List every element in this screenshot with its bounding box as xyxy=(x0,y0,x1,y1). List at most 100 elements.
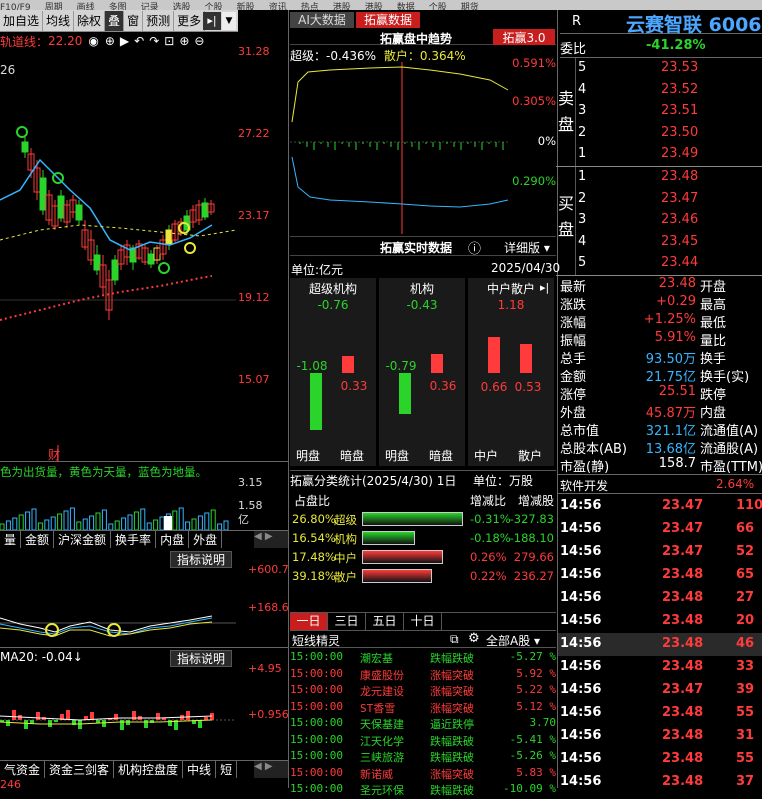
shortline-row[interactable]: 15:00:00 天保基建 逼近跌停 3.70 xyxy=(290,716,556,733)
shortline-row[interactable]: 15:00:00 三峡旅游 跌幅跌破 -5.26 % xyxy=(290,749,556,766)
redo-icon[interactable]: ↷ xyxy=(149,34,159,48)
bottom-tab[interactable]: 短 xyxy=(216,761,238,778)
finance-marker[interactable]: 财 xyxy=(48,446,60,463)
top-menu-item[interactable]: 港股 xyxy=(333,3,351,10)
tick-row[interactable]: 14:56 23.47 39 xyxy=(558,679,762,702)
indicator-tab[interactable]: 金额 xyxy=(21,531,55,548)
top-menu-item[interactable]: 周期 xyxy=(45,3,63,10)
buy-level[interactable]: 4 23.45 xyxy=(560,232,762,254)
tick-row[interactable]: 14:56 23.48 31 xyxy=(558,725,762,748)
indicator-help-button-2[interactable]: 指标说明 xyxy=(170,650,233,667)
tab-tuoying-data[interactable]: 拓赢数据 xyxy=(356,12,420,28)
bottom-tab[interactable]: 资金三剑客 xyxy=(45,761,115,778)
filter-dropdown[interactable]: 全部A股 ▾ xyxy=(486,632,540,649)
top-menu-item[interactable]: 画线 xyxy=(77,3,95,10)
popout-icon[interactable]: ⧉ xyxy=(450,632,459,647)
toolbar-item[interactable]: 叠 xyxy=(105,10,125,31)
buy-level-index: 2 xyxy=(578,190,587,206)
tick-row[interactable]: 14:56 23.48 55 xyxy=(558,702,762,725)
tab-scroll-arrows-2[interactable]: ◀ ▶ xyxy=(254,761,288,778)
tick-row[interactable]: 14:56 23.48 46 xyxy=(558,633,762,656)
sell-level[interactable]: 3 23.51 xyxy=(560,101,762,123)
top-menu-item[interactable]: 数据 xyxy=(397,3,415,10)
fingerprint-icon[interactable]: ⊕ xyxy=(105,34,115,48)
chevron-down-icon[interactable]: ▼ xyxy=(222,12,236,30)
top-menu-item[interactable]: 记录 xyxy=(141,3,159,10)
tick-row[interactable]: 14:56 23.48 37 xyxy=(558,771,762,794)
shortline-row[interactable]: 15:00:00 圣元环保 跌幅跌破 -10.09 % xyxy=(290,782,556,799)
indicator-help-button[interactable]: 指标说明 xyxy=(170,551,233,568)
tick-row[interactable]: 14:56 23.47 110 xyxy=(558,495,762,518)
toolbar-item[interactable]: 除权 xyxy=(74,10,106,31)
shortline-row[interactable]: 15:00:00 ST香雪 涨幅突破 5.12 % xyxy=(290,700,556,717)
period-tab[interactable]: 三日 xyxy=(328,613,366,630)
tick-row[interactable]: 14:56 23.47 66 xyxy=(558,518,762,541)
sell-level[interactable]: 1 23.49 xyxy=(560,144,762,166)
info-icon[interactable]: ⓘ xyxy=(468,238,481,257)
expand-icon[interactable]: ▸| xyxy=(203,12,221,30)
buy-level[interactable]: 1 23.48 xyxy=(560,167,762,189)
eye-icon[interactable]: ◉ xyxy=(88,34,98,48)
tick-row[interactable]: 14:56 23.48 65 xyxy=(558,564,762,587)
top-menu-item[interactable]: 多图 xyxy=(109,3,127,10)
lock-icon[interactable]: ⊡ xyxy=(164,34,174,48)
undo-icon[interactable]: ↶ xyxy=(134,34,144,48)
tuoying-version-badge[interactable]: 拓赢3.0 xyxy=(493,29,555,45)
play-icon[interactable]: ▶ xyxy=(120,34,129,48)
group-next-icon[interactable]: ▸| xyxy=(540,281,549,294)
top-menu-item[interactable]: F10/F9 xyxy=(0,3,31,10)
top-menu-item[interactable]: 新股 xyxy=(237,3,255,10)
tick-row[interactable]: 14:56 23.48 33 xyxy=(558,656,762,679)
bottom-tab[interactable]: 机构控盘度 xyxy=(114,761,184,778)
shortline-row[interactable]: 15:00:00 新诺威 涨幅突破 5.83 % xyxy=(290,766,556,783)
tick-row[interactable]: 14:56 23.47 52 xyxy=(558,541,762,564)
indicator-tab[interactable]: 沪深金额 xyxy=(54,531,112,548)
sell-level[interactable]: 2 23.50 xyxy=(560,123,762,145)
tick-row[interactable]: 14:56 23.48 20 xyxy=(558,610,762,633)
zoom-in-icon[interactable]: ⊕ xyxy=(179,34,189,48)
volume-chart[interactable] xyxy=(0,480,236,531)
period-tab[interactable]: 十日 xyxy=(404,613,442,630)
toolbar-item[interactable]: 均线 xyxy=(43,10,75,31)
tab-scroll-arrows[interactable]: ◀ ▶ xyxy=(254,531,288,548)
buy-level[interactable]: 5 23.44 xyxy=(560,253,762,275)
period-tab[interactable]: 五日 xyxy=(366,613,404,630)
gear-icon[interactable]: ⚙ xyxy=(468,631,480,646)
bottom-tab[interactable]: 气资金 xyxy=(0,761,46,778)
trend-chart[interactable] xyxy=(290,62,510,234)
top-menu-item[interactable]: 个股 xyxy=(205,3,223,10)
top-menu-item[interactable]: 选股 xyxy=(173,3,191,10)
buy-level[interactable]: 3 23.46 xyxy=(560,210,762,232)
indicator-panel-1[interactable] xyxy=(0,548,288,648)
tick-row[interactable]: 14:56 23.48 55 xyxy=(558,748,762,771)
period-tab[interactable]: 一日 xyxy=(290,613,328,630)
sector-row[interactable]: 软件开发 2.64% xyxy=(558,474,762,494)
sell-level[interactable]: 5 23.53 xyxy=(560,58,762,80)
toolbar-item[interactable]: 加自选 xyxy=(0,10,44,31)
top-menu-item[interactable]: 港股 xyxy=(365,3,383,10)
sell-level[interactable]: 4 23.52 xyxy=(560,80,762,102)
indicator-tab[interactable]: 内盘 xyxy=(156,531,190,548)
top-menu-item[interactable]: 热点 xyxy=(301,3,319,10)
tab-ai-data[interactable]: AI大数据 xyxy=(290,12,354,28)
indicator-tab[interactable]: 换手率 xyxy=(111,531,157,548)
indicator-panel-2[interactable] xyxy=(0,648,288,760)
detail-toggle[interactable]: 详细版 ▾ xyxy=(504,239,550,256)
bottom-tab[interactable]: 中线 xyxy=(183,761,217,778)
quote-value: 5.91% xyxy=(654,330,696,345)
shortline-row[interactable]: 15:00:00 龙元建设 涨幅突破 5.22 % xyxy=(290,683,556,700)
toolbar-item[interactable]: 窗 xyxy=(124,10,144,31)
indicator-tab[interactable]: 外盘 xyxy=(189,531,223,548)
zoom-out-icon[interactable]: ⊖ xyxy=(194,34,204,48)
buy-level[interactable]: 2 23.47 xyxy=(560,189,762,211)
top-menu-item[interactable]: 资讯 xyxy=(269,3,287,10)
top-menu-item[interactable]: 个股 xyxy=(429,3,447,10)
top-menu-item[interactable]: 期货 xyxy=(461,3,479,10)
indicator-tab[interactable]: 量 xyxy=(0,531,22,548)
toolbar-item[interactable]: 更多 xyxy=(174,10,206,31)
tick-row[interactable]: 14:56 23.48 27 xyxy=(558,587,762,610)
toolbar-item[interactable]: 预测 xyxy=(143,10,175,31)
shortline-row[interactable]: 15:00:00 潮宏基 跌幅跌破 -5.27 % xyxy=(290,650,556,667)
shortline-row[interactable]: 15:00:00 康盛股份 涨幅突破 5.92 % xyxy=(290,667,556,684)
shortline-row[interactable]: 15:00:00 江天化学 跌幅跌破 -5.41 % xyxy=(290,733,556,750)
